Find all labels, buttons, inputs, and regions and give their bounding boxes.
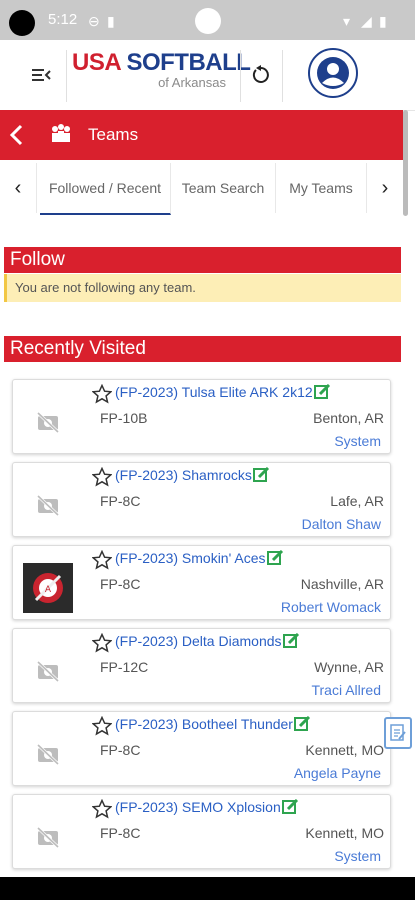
battery-icon: ▮ xyxy=(379,13,387,29)
no-photo-icon xyxy=(23,480,73,530)
edit-icon[interactable] xyxy=(252,466,270,486)
team-division: FP-8C xyxy=(100,576,141,592)
menu-button[interactable] xyxy=(28,64,54,86)
star-icon[interactable] xyxy=(91,383,113,404)
team-name-link[interactable]: (FP-2023) Tulsa Elite ARK 2k12 xyxy=(115,383,331,403)
team-card[interactable]: (FP-2023) Delta Diamonds FP-12C Wynne, AR T… xyxy=(12,628,391,703)
scrollbar[interactable] xyxy=(403,110,408,216)
star-icon[interactable] xyxy=(91,798,113,819)
tabs-scroll-right-button[interactable]: › xyxy=(367,163,403,213)
team-card[interactable]: (FP-2023) Shamrocks FP-8C Lafe, AR Dalton S… xyxy=(12,462,391,537)
header-divider xyxy=(66,50,67,102)
page-title: Teams xyxy=(88,125,139,144)
camera-cutout xyxy=(9,10,35,36)
star-icon[interactable] xyxy=(91,549,113,570)
team-location: Kennett, MO xyxy=(305,742,384,758)
team-name-link[interactable]: (FP-2023) Smokin' Aces xyxy=(115,549,284,569)
page-title-bar: Teams xyxy=(0,110,403,160)
team-name-link[interactable]: (FP-2023) Shamrocks xyxy=(115,466,270,486)
edit-icon[interactable] xyxy=(282,632,300,652)
team-name-link[interactable]: (FP-2023) Delta Diamonds xyxy=(115,632,300,652)
floating-edit-button[interactable] xyxy=(384,717,412,749)
star-icon[interactable] xyxy=(91,466,113,487)
no-photo-icon xyxy=(23,397,73,447)
team-owner-link[interactable]: Traci Allred xyxy=(311,682,381,698)
team-location: Lafe, AR xyxy=(330,493,384,509)
header-divider xyxy=(282,50,283,102)
team-card[interactable]: (FP-2023) Tulsa Elite ARK 2k12 FP-10B Bent… xyxy=(12,379,391,454)
back-button[interactable] xyxy=(6,123,28,147)
chevron-left-icon: ‹ xyxy=(14,176,22,199)
recently-visited-heading: Recently Visited xyxy=(4,336,401,362)
no-photo-icon xyxy=(23,812,73,862)
team-division: FP-8C xyxy=(100,493,141,509)
team-card[interactable]: A (FP-2023) Smokin' Aces FP-8C Nashville, A… xyxy=(12,545,391,620)
star-icon[interactable] xyxy=(91,715,113,736)
tabs-scroll-left-button[interactable]: ‹ xyxy=(0,163,37,213)
team-division: FP-10B xyxy=(100,410,148,426)
edit-icon[interactable] xyxy=(293,715,311,735)
logo-subtitle: of Arkansas xyxy=(158,75,226,90)
tab-followed-recent[interactable]: Followed / Recent xyxy=(40,163,171,215)
team-owner-link[interactable]: Angela Payne xyxy=(294,765,381,781)
star-icon[interactable] xyxy=(91,632,113,653)
chevron-right-icon: › xyxy=(381,176,389,199)
team-card[interactable]: (FP-2023) Bootheel Thunder FP-8C Kennett, … xyxy=(12,711,391,786)
account-icon xyxy=(317,57,349,89)
team-location: Benton, AR xyxy=(313,410,384,426)
chevron-left-icon xyxy=(9,124,23,146)
team-location: Nashville, AR xyxy=(300,576,384,592)
team-owner-link[interactable]: System xyxy=(334,433,381,449)
sd-card-icon: ▮ xyxy=(107,13,115,29)
follow-heading: Follow xyxy=(4,247,401,273)
team-owner-link[interactable]: Robert Womack xyxy=(281,599,381,615)
status-time: 5:12 xyxy=(48,11,78,28)
team-division: FP-12C xyxy=(100,659,149,675)
team-logo: A xyxy=(23,563,73,613)
svg-text:A: A xyxy=(45,585,52,595)
no-photo-icon xyxy=(23,729,73,779)
refresh-button[interactable] xyxy=(248,62,274,88)
team-name-link[interactable]: (FP-2023) SEMO Xplosion xyxy=(115,798,299,818)
refresh-icon xyxy=(252,65,269,83)
team-owner-link[interactable]: Dalton Shaw xyxy=(302,516,381,532)
edit-note-icon xyxy=(390,724,406,741)
edit-icon[interactable] xyxy=(266,549,284,569)
menu-collapse-icon xyxy=(32,69,51,81)
team-division: FP-8C xyxy=(100,742,141,758)
front-camera xyxy=(195,8,221,34)
no-photo-icon xyxy=(23,646,73,696)
team-location: Wynne, AR xyxy=(314,659,384,675)
status-bar: 5:12 ⊖ ▮ ▾ ◢ ▮ xyxy=(0,0,415,40)
app-header: USA SOFTBALL of Arkansas xyxy=(0,40,415,111)
system-nav-bar xyxy=(0,877,415,900)
team-name-link[interactable]: (FP-2023) Bootheel Thunder xyxy=(115,715,311,735)
tab-bar: ‹ Followed / Recent Team Search My Teams… xyxy=(0,163,403,217)
wifi-icon: ▾ xyxy=(343,13,351,29)
follow-empty-notice: You are not following any team. xyxy=(4,274,401,302)
usa-softball-logo[interactable]: USA SOFTBALL of Arkansas xyxy=(72,49,251,100)
data-saver-icon: ⊖ xyxy=(88,13,100,29)
team-card[interactable]: (FP-2023) SEMO Xplosion FP-8C Kennett, MO S… xyxy=(12,794,391,869)
tab-my-teams[interactable]: My Teams xyxy=(276,163,367,213)
edit-icon[interactable] xyxy=(281,798,299,818)
profile-button[interactable] xyxy=(308,48,358,98)
team-location: Kennett, MO xyxy=(305,825,384,841)
team-owner-link[interactable]: System xyxy=(334,848,381,864)
signal-icon: ◢ xyxy=(361,13,372,29)
team-icon xyxy=(48,123,74,145)
tab-team-search[interactable]: Team Search xyxy=(171,163,276,213)
edit-icon[interactable] xyxy=(313,383,331,403)
logo-title: USA SOFTBALL xyxy=(72,49,251,76)
header-divider xyxy=(240,50,241,102)
team-division: FP-8C xyxy=(100,825,141,841)
